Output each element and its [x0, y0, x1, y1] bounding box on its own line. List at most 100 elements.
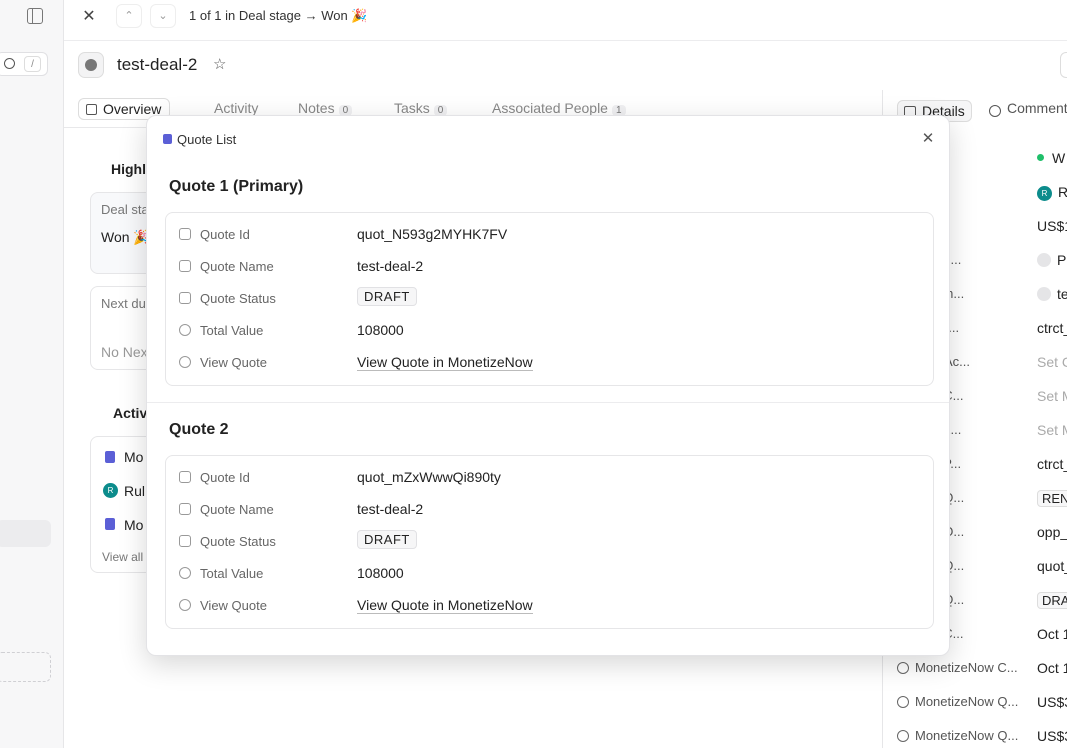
link-icon [179, 599, 191, 611]
monetizenow-icon [163, 134, 172, 144]
status-bars-icon [179, 535, 191, 547]
id-card-icon [179, 260, 191, 272]
search-input[interactable]: / [0, 52, 48, 76]
detail-value-text: ctrct_ [1037, 320, 1067, 336]
section-divider [147, 402, 949, 403]
tab-comments[interactable]: Comment [987, 100, 1067, 117]
quote-card: Quote Id quot_mZxWwwQi890ty Quote Name t… [165, 455, 934, 629]
quote-list-modal: Quote List ✕ Quote 1 (Primary) Quote Id … [146, 115, 950, 656]
tab-associated-people[interactable]: Associated People 1 [492, 100, 626, 116]
field-quote-id: Quote Id quot_N593g2MYHK7FV [166, 213, 933, 245]
favorite-star-icon[interactable]: ☆ [213, 55, 226, 73]
search-icon [4, 58, 15, 69]
tab-label: Associated People [492, 100, 608, 116]
field-label: View Quote [200, 598, 267, 613]
header-action-button[interactable] [1060, 52, 1067, 78]
detail-label-text: MonetizeNow C... [915, 660, 1018, 675]
detail-value-text: Set M [1037, 388, 1067, 404]
tab-tasks[interactable]: Tasks 0 [394, 100, 448, 116]
link-icon [179, 356, 191, 368]
detail-value[interactable]: te [1037, 286, 1067, 302]
detail-value-text: W [1052, 150, 1066, 166]
detail-value[interactable]: DRA [1037, 592, 1067, 609]
tab-notes[interactable]: Notes 0 [298, 100, 353, 116]
dollar-icon [179, 324, 191, 336]
sidebar-item-active[interactable] [0, 520, 51, 547]
detail-value-text: US$1 [1037, 218, 1067, 234]
company-icon [1037, 287, 1051, 301]
detail-value[interactable]: Set M [1037, 422, 1067, 438]
field-value: test-deal-2 [357, 258, 424, 274]
field-quote-id: Quote Id quot_mZxWwwQi890ty [166, 456, 933, 488]
person-icon [1037, 253, 1051, 267]
detail-value[interactable]: US$3 [1037, 694, 1067, 710]
avatar: R [1037, 186, 1052, 201]
field-label: Quote Status [200, 534, 276, 549]
detail-value[interactable]: opp_ [1037, 524, 1067, 540]
field-view-quote: View Quote View Quote in MonetizeNow [166, 341, 933, 373]
detail-value-text: Oct 1 [1037, 626, 1067, 642]
tab-label: Activity [214, 100, 259, 116]
tab-label: Notes [298, 100, 335, 116]
next-record-button[interactable]: ⌄ [150, 4, 176, 28]
detail-value-text: REN [1042, 491, 1067, 506]
detail-label: MonetizeNow Q... [897, 694, 1018, 709]
detail-row[interactable]: MonetizeNow C... Oct 1 [883, 660, 1067, 694]
detail-value[interactable]: US$1 [1037, 218, 1067, 234]
close-record-icon[interactable]: ✕ [80, 8, 98, 26]
activity-item[interactable]: Mo [124, 449, 143, 465]
detail-value[interactable]: REN [1037, 490, 1067, 507]
field-label: Quote Name [200, 259, 274, 274]
detail-value[interactable]: P [1037, 252, 1066, 268]
monetizenow-icon [105, 451, 115, 463]
detail-value[interactable]: RR [1037, 184, 1067, 201]
detail-value-text: Set C [1037, 354, 1067, 370]
overview-icon [86, 104, 97, 115]
detail-label-text: MonetizeNow Q... [915, 694, 1019, 709]
detail-value[interactable]: ctrct_ [1037, 320, 1067, 336]
detail-value[interactable]: US$3 [1037, 728, 1067, 744]
detail-value[interactable]: W [1037, 150, 1065, 166]
breadcrumb: 1 of 1 in Deal stage → Won 🎉 [189, 8, 368, 23]
activity-item[interactable]: Mo [124, 517, 143, 533]
status-badge: DRAFT [357, 530, 417, 549]
detail-row[interactable]: MonetizeNow Q... US$3 [883, 728, 1067, 748]
field-label: Quote Name [200, 502, 274, 517]
tab-activity[interactable]: Activity [214, 100, 258, 116]
modal-header: Quote List ✕ [147, 116, 949, 162]
field-value: 108000 [357, 565, 404, 581]
id-card-icon [179, 503, 191, 515]
field-label: Quote Id [200, 470, 250, 485]
quote-card: Quote Id quot_N593g2MYHK7FV Quote Name t… [165, 212, 934, 386]
dollar-icon [897, 696, 909, 708]
field-quote-status: Quote Status DRAFT [166, 277, 933, 309]
detail-value-text: US$3 [1037, 728, 1067, 744]
tab-label: Tasks [394, 100, 430, 116]
view-quote-link[interactable]: View Quote in MonetizeNow [357, 597, 533, 614]
prev-record-button[interactable]: ⌃ [116, 4, 142, 28]
close-icon[interactable]: ✕ [919, 130, 937, 148]
quote-heading: Quote 2 [169, 421, 229, 438]
detail-value[interactable]: Oct 1 [1037, 660, 1067, 676]
detail-label: MonetizeNow Q... [897, 728, 1018, 743]
field-quote-name: Quote Name test-deal-2 [166, 488, 933, 520]
status-badge: DRAFT [357, 287, 417, 306]
view-all-link[interactable]: View all [102, 550, 143, 564]
detail-value[interactable]: Set C [1037, 354, 1067, 370]
detail-value[interactable]: Set M [1037, 388, 1067, 404]
detail-value[interactable]: ctrct_ [1037, 456, 1067, 472]
field-label: View Quote [200, 355, 267, 370]
dollar-icon [179, 567, 191, 579]
sidebar-toggle-icon[interactable] [27, 8, 43, 24]
deal-icon [78, 52, 104, 78]
field-label: Quote Status [200, 291, 276, 306]
detail-value[interactable]: Oct 1 [1037, 626, 1067, 642]
field-value: quot_N593g2MYHK7FV [357, 226, 508, 242]
view-quote-link[interactable]: View Quote in MonetizeNow [357, 354, 533, 371]
sidebar-dashed-slot[interactable] [0, 652, 51, 682]
detail-row[interactable]: MonetizeNow Q... US$3 [883, 694, 1067, 728]
detail-value[interactable]: quot_ [1037, 558, 1067, 574]
modal-title: Quote List [177, 132, 237, 147]
detail-value-text: R [1058, 184, 1067, 200]
activity-item[interactable]: Rul [124, 483, 145, 499]
